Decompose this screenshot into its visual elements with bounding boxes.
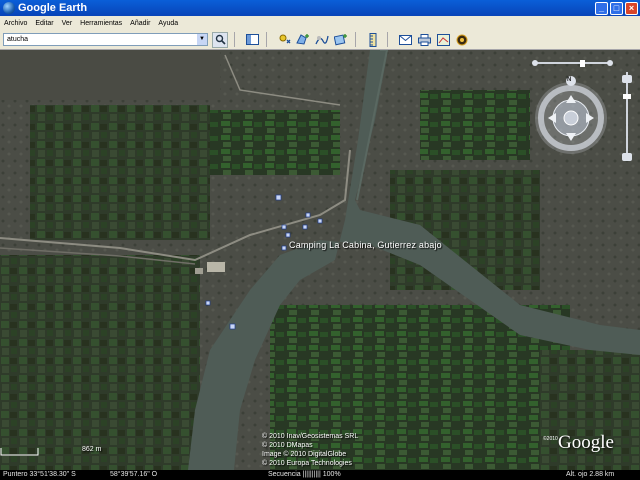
add-overlay-icon[interactable] — [333, 32, 349, 48]
scale-bar — [0, 448, 39, 456]
close-button[interactable]: × — [625, 1, 638, 15]
placemark-label[interactable]: Camping La Cabina, Gutierrez abajo — [289, 240, 442, 250]
add-polygon-icon[interactable] — [295, 32, 311, 48]
copyright-line: © 2010 Inav/Geosistemas SRL — [262, 433, 359, 440]
toolbar-divider — [355, 32, 356, 47]
print-icon[interactable] — [416, 32, 432, 48]
maps-icon[interactable] — [435, 32, 451, 48]
satellite-imagery — [0, 50, 640, 470]
email-icon[interactable] — [397, 32, 413, 48]
menu-archivo[interactable]: Archivo — [0, 20, 31, 27]
search-input-value: atucha — [7, 36, 29, 43]
title-bar: Google Earth _ □ × — [0, 0, 640, 16]
copyright-line: Image © 2010 DigitalGlobe — [262, 451, 347, 458]
map-view[interactable]: Camping La Cabina, Gutierrez abajo N © 2… — [0, 50, 640, 470]
pointer-coordinates: Puntero 33°51'38.30" S — [3, 471, 76, 478]
maximize-button[interactable]: □ — [610, 1, 623, 15]
scale-label: 862 m — [82, 446, 102, 453]
menu-anadir[interactable]: Añadir — [126, 20, 154, 27]
status-bar: Puntero 33°51'38.30" S 58°39'57.16" O Se… — [0, 470, 640, 480]
menu-editar[interactable]: Editar — [31, 20, 57, 27]
pointer-longitude: 58°39'57.16" O — [110, 471, 158, 478]
google-earth-icon — [3, 2, 15, 14]
google-logo: Google — [558, 432, 614, 453]
compass-north-label: N — [567, 77, 572, 83]
copyright-line: © 2010 Europa Technologies — [262, 460, 352, 467]
add-path-icon[interactable] — [314, 32, 330, 48]
toolbar-divider — [234, 32, 235, 47]
search-input[interactable]: atucha ▼ — [3, 33, 208, 46]
copyright-line: © 2010 DMapas — [262, 442, 313, 449]
magnifier-icon[interactable] — [212, 31, 228, 48]
toolbar-divider — [266, 32, 267, 47]
streaming-progress: Secuencia |||||||||| 100% — [268, 471, 341, 478]
chevron-down-icon[interactable]: ▼ — [197, 34, 207, 45]
toolbar: atucha ▼ — [0, 30, 640, 50]
menu-ver[interactable]: Ver — [58, 20, 77, 27]
sky-icon[interactable] — [454, 32, 470, 48]
minimize-button[interactable]: _ — [595, 1, 608, 15]
logo-year: ©2010 — [543, 436, 558, 442]
menu-herramientas[interactable]: Herramientas — [76, 20, 126, 27]
copyright-notice: © 2010 Inav/Geosistemas SRL © 2010 DMapa… — [262, 432, 358, 468]
menu-ayuda[interactable]: Ayuda — [154, 20, 182, 27]
toolbar-divider — [387, 32, 388, 47]
add-placemark-icon[interactable] — [276, 32, 292, 48]
window-title: Google Earth — [18, 2, 88, 14]
menu-bar: Archivo Editar Ver Herramientas Añadir A… — [0, 16, 640, 30]
sidebar-toggle-icon[interactable] — [244, 32, 260, 48]
eye-altitude: Alt. ojo 2.88 km — [566, 471, 615, 478]
ruler-icon[interactable] — [365, 32, 381, 48]
